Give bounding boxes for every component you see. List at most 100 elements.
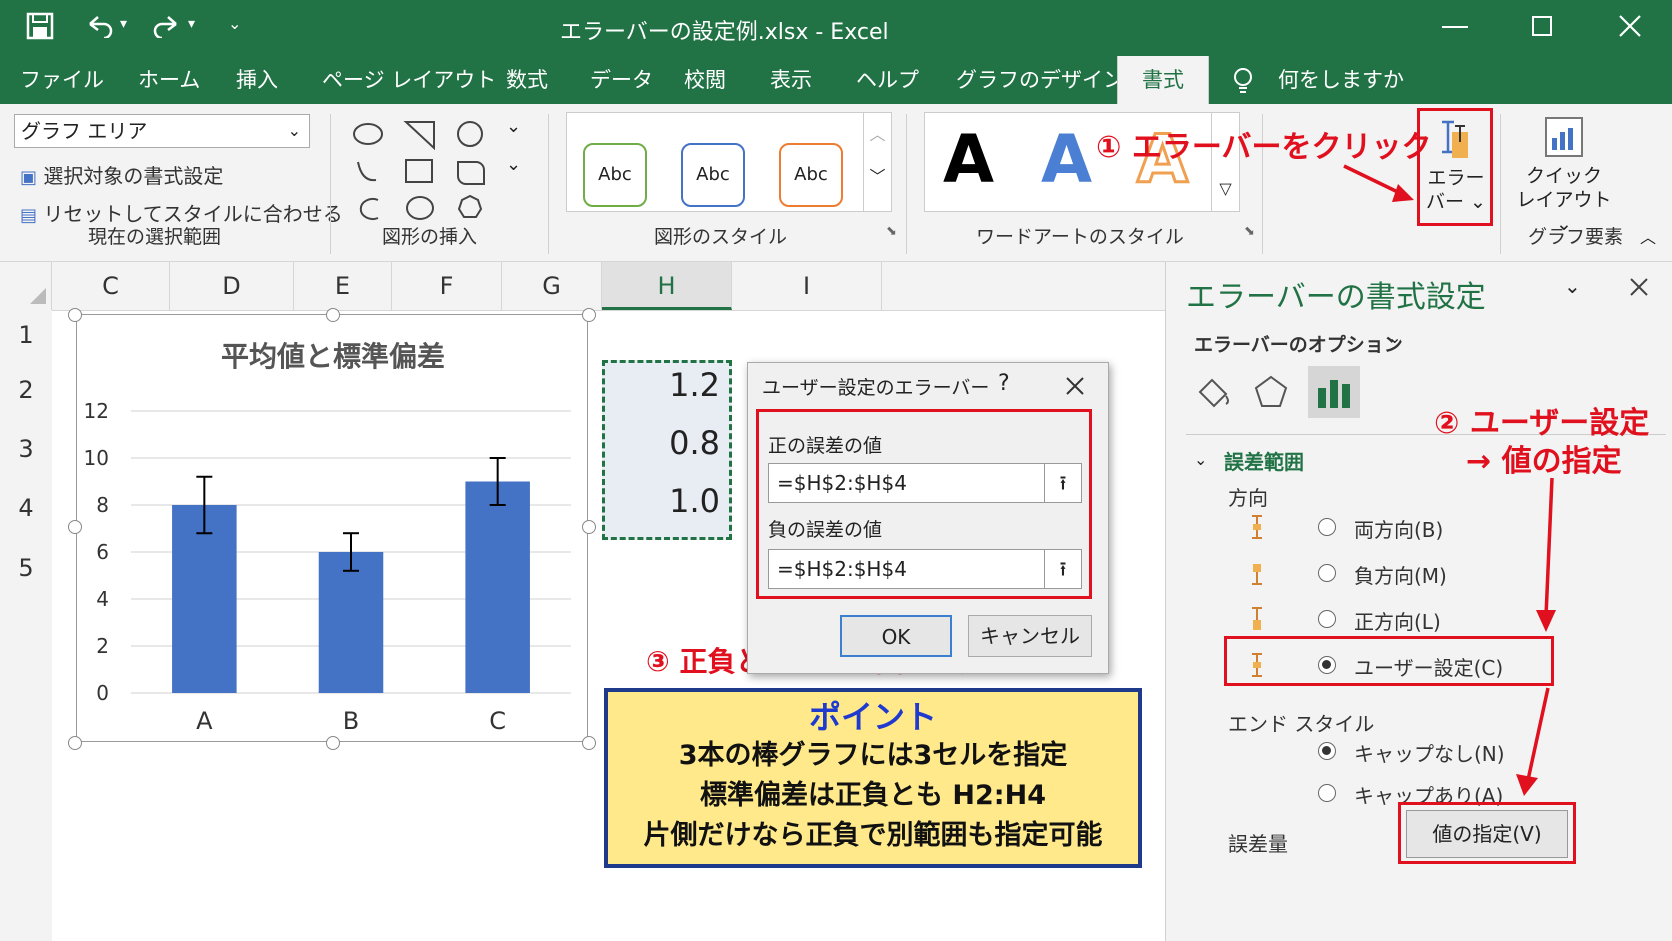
- option-both[interactable]: 両方向(B): [1354, 514, 1443, 543]
- resize-handle[interactable]: [68, 736, 82, 750]
- direction-label: 方向: [1228, 486, 1268, 510]
- shape-styles-scroll[interactable]: ︿ ﹀: [863, 113, 891, 211]
- tab-data[interactable]: データ: [590, 56, 653, 104]
- option-plus[interactable]: 正方向(L): [1354, 606, 1441, 635]
- collapse-ribbon-icon[interactable]: ︿: [1640, 224, 1656, 248]
- dialog-close-icon[interactable]: [1066, 377, 1084, 395]
- radio-minus[interactable]: [1318, 564, 1336, 582]
- undo-dropdown-icon[interactable]: ▾: [120, 16, 127, 32]
- cancel-button[interactable]: キャンセル: [968, 615, 1092, 657]
- row-header-2[interactable]: 2: [0, 360, 52, 420]
- option-no-cap[interactable]: キャップなし(N): [1354, 738, 1505, 767]
- y-tick-label: 8: [96, 493, 109, 517]
- quick-layout-button[interactable]: クイック レイアウト ⌄: [1514, 112, 1614, 235]
- column-header-i[interactable]: I: [732, 262, 882, 310]
- callout-step2-line2: → 値の指定: [1466, 444, 1622, 479]
- column-header-blank: [882, 262, 1165, 310]
- pane-close-icon[interactable]: [1630, 278, 1648, 296]
- tab-insert[interactable]: 挿入: [236, 56, 278, 104]
- fill-line-icon[interactable]: [1194, 374, 1232, 410]
- dialog-launcher-icon[interactable]: ⬊: [1244, 224, 1255, 239]
- radio-cap[interactable]: [1318, 784, 1336, 802]
- row-header-4[interactable]: 4: [0, 478, 52, 538]
- radio-plus[interactable]: [1318, 610, 1336, 628]
- radio-both[interactable]: [1318, 518, 1336, 536]
- reset-style-icon: ▤: [20, 205, 38, 226]
- tab-home[interactable]: ホーム: [138, 56, 200, 104]
- column-header-d[interactable]: D: [170, 262, 294, 310]
- column-header-g[interactable]: G: [502, 262, 602, 310]
- resize-handle[interactable]: [582, 520, 596, 534]
- resize-handle[interactable]: [326, 308, 340, 322]
- tab-view[interactable]: 表示: [770, 56, 812, 104]
- y-tick-label: 12: [84, 399, 109, 423]
- select-all-corner[interactable]: [0, 262, 52, 310]
- resize-handle[interactable]: [582, 736, 596, 750]
- pane-options-icon[interactable]: ⌄: [1564, 274, 1581, 298]
- column-header-f[interactable]: F: [392, 262, 502, 310]
- chevron-up-icon: ︿: [869, 125, 886, 144]
- resize-handle[interactable]: [326, 736, 340, 750]
- point-title: ポイント: [808, 698, 937, 736]
- shape-style-green[interactable]: Abc: [583, 143, 647, 207]
- redo-icon[interactable]: [152, 14, 180, 38]
- tab-review[interactable]: 校閲: [684, 56, 726, 104]
- chevron-down-icon: ⌄: [287, 121, 301, 140]
- highlight-custom-option: [1224, 636, 1554, 686]
- column-header-c[interactable]: C: [52, 262, 170, 310]
- maximize-icon[interactable]: [1532, 16, 1552, 36]
- radio-no-cap[interactable]: [1318, 742, 1336, 760]
- format-selection-button[interactable]: ▣ 選択対象の書式設定: [20, 160, 223, 189]
- chart-plot[interactable]: 0 2 4 6 8 10 12 A B C: [77, 315, 589, 743]
- shapes-more-icon[interactable]: ⌄: [506, 116, 521, 137]
- column-header-h[interactable]: H: [602, 262, 732, 310]
- undo-icon[interactable]: [86, 14, 114, 38]
- format-selection-label: 選択対象の書式設定: [43, 164, 224, 188]
- minimize-icon[interactable]: [1442, 26, 1468, 28]
- wordart-style-blue[interactable]: A: [1041, 125, 1092, 195]
- group-label-current-selection: 現在の選択範囲: [88, 226, 222, 248]
- shape-style-blue[interactable]: Abc: [681, 143, 745, 207]
- help-icon[interactable]: ?: [998, 371, 1010, 396]
- shape-style-orange[interactable]: Abc: [779, 143, 843, 207]
- edit-shape-icon[interactable]: ⌄: [506, 154, 521, 175]
- lightbulb-icon: [1234, 68, 1252, 93]
- tab-page-layout[interactable]: ページ レイアウト: [322, 56, 496, 104]
- tab-help[interactable]: ヘルプ: [856, 56, 919, 104]
- tab-chart-design[interactable]: グラフのデザイン: [956, 56, 1124, 104]
- option-minus[interactable]: 負方向(M): [1354, 560, 1447, 589]
- bar-c[interactable]: [465, 481, 530, 694]
- section-chevron-icon[interactable]: ⌄: [1194, 450, 1207, 469]
- tab-file[interactable]: ファイル: [20, 56, 104, 104]
- resize-handle[interactable]: [68, 308, 82, 322]
- row-header-1[interactable]: 1: [0, 310, 52, 360]
- tab-formulas[interactable]: 数式: [506, 56, 548, 104]
- section-error-bars[interactable]: 誤差範囲: [1224, 446, 1304, 475]
- close-icon[interactable]: [1618, 14, 1642, 38]
- redo-dropdown-icon[interactable]: ▾: [188, 16, 195, 32]
- ok-button[interactable]: OK: [840, 615, 952, 657]
- quick-layout-icon: [1545, 117, 1583, 157]
- save-icon[interactable]: [26, 12, 54, 40]
- bar-b[interactable]: [318, 552, 384, 693]
- customize-qat-icon[interactable]: ⌄: [228, 14, 241, 33]
- resize-handle[interactable]: [582, 308, 596, 322]
- minus-direction-icon: [1252, 564, 1262, 585]
- shape-gallery[interactable]: [350, 116, 530, 226]
- wordart-style-black[interactable]: A: [943, 125, 994, 195]
- chart-area[interactable]: 平均値と標準偏差 0 2 4 6 8 10 12 A B C: [76, 314, 588, 742]
- error-bar-options-dropdown[interactable]: エラーバーのオプション: [1194, 330, 1403, 357]
- row-header-5[interactable]: 5: [0, 538, 52, 598]
- callout-arrow-2: [1516, 477, 1556, 796]
- error-bar-options-tab[interactable]: [1308, 366, 1360, 418]
- row-header-3[interactable]: 3: [0, 420, 52, 478]
- tab-format[interactable]: 書式: [1117, 56, 1209, 104]
- chart-element-dropdown[interactable]: グラフ エリア ⌄: [14, 114, 310, 148]
- column-header-e[interactable]: E: [294, 262, 392, 310]
- resize-handle[interactable]: [68, 520, 82, 534]
- dialog-launcher-icon[interactable]: ⬊: [886, 224, 897, 239]
- y-tick-label: 10: [84, 446, 109, 470]
- effects-icon[interactable]: [1252, 374, 1290, 410]
- tell-me-search[interactable]: 何をしますか: [1278, 56, 1404, 104]
- shape-styles-gallery[interactable]: Abc Abc Abc ︿ ﹀: [566, 112, 892, 212]
